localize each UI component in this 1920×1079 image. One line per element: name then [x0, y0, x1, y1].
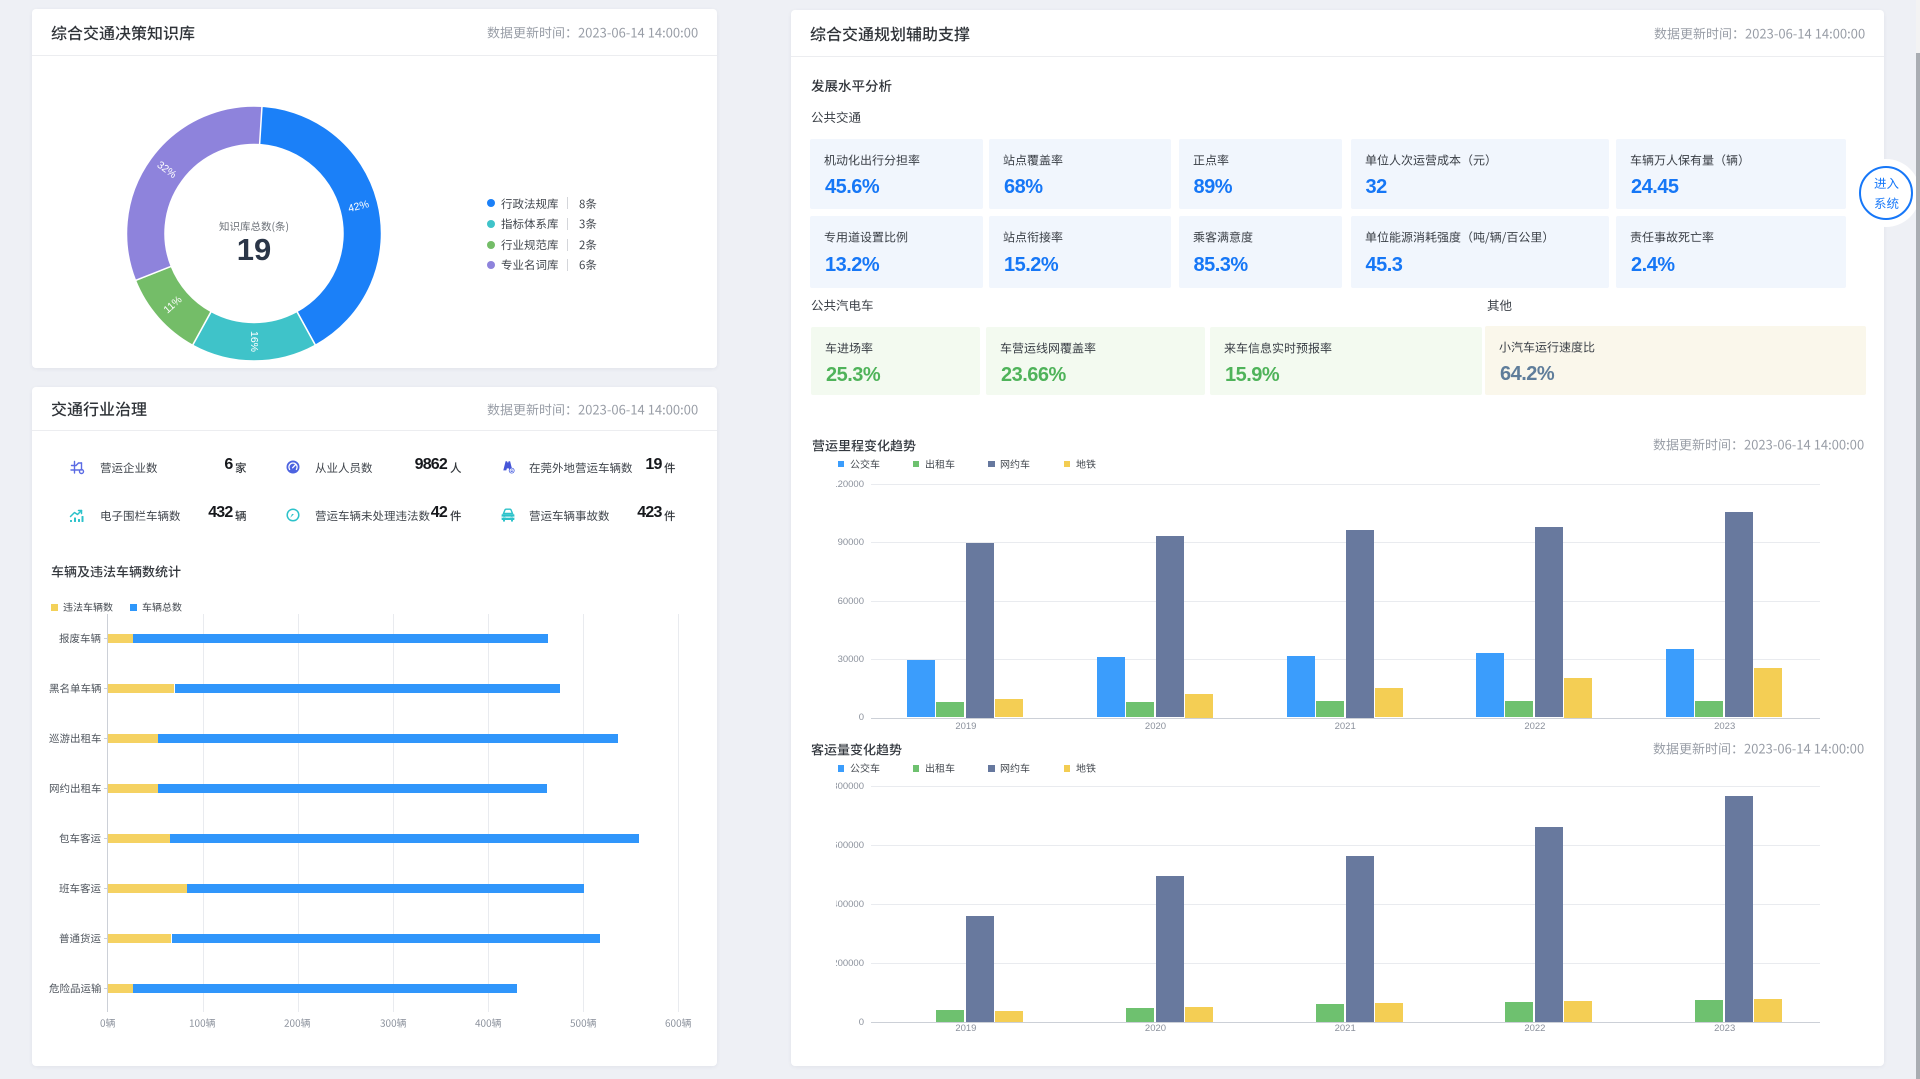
svg-text:16%: 16%: [248, 331, 260, 352]
